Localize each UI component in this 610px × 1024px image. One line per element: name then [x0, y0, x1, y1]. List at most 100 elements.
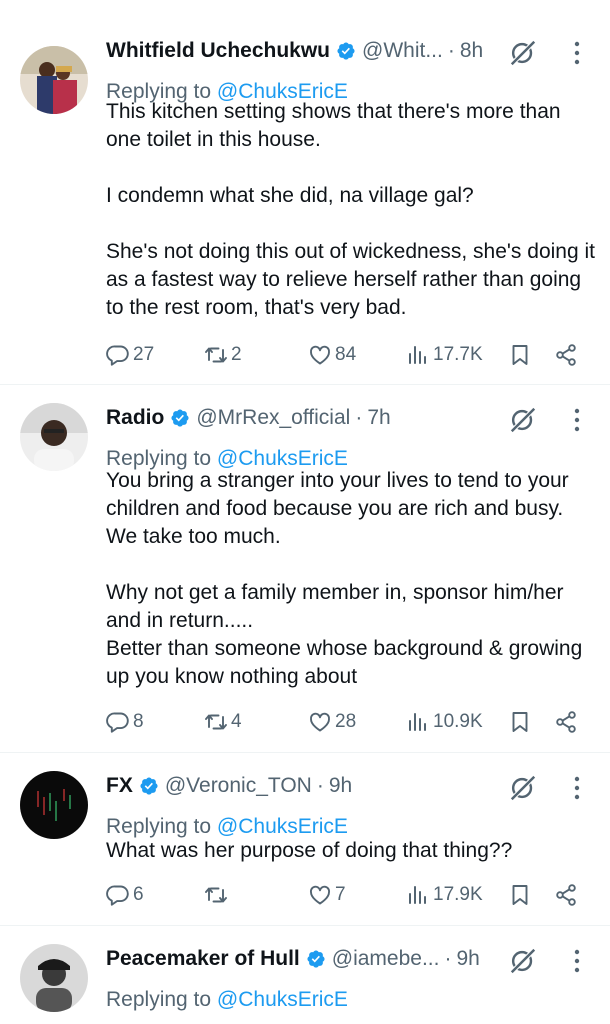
separator-dot: ·	[447, 39, 455, 62]
verified-badge-icon	[139, 776, 159, 796]
author-name[interactable]: Peacemaker of Hull	[106, 947, 300, 971]
tweet-paragraph: You bring a stranger into your lives to …	[106, 469, 569, 548]
more-options-icon[interactable]	[572, 948, 582, 974]
reply-icon	[106, 710, 130, 734]
replying-to-label: Replying to	[106, 815, 212, 838]
like-count: 28	[335, 711, 357, 732]
like-button[interactable]: 84	[308, 340, 356, 370]
tweet[interactable]: FX @Veronic_TON · 9h Replying to @ChuksE…	[0, 753, 610, 925]
retweet-icon	[204, 883, 228, 907]
like-count: 7	[335, 884, 346, 905]
author-handle[interactable]: @Whit...	[362, 39, 443, 63]
heart-icon	[308, 883, 332, 907]
tweet[interactable]: Radio @MrRex_official · 7h Replying to @…	[0, 385, 610, 752]
author-handle[interactable]: @MrRex_official	[196, 406, 350, 430]
timestamp[interactable]: 7h	[367, 406, 390, 430]
action-bar: 6 7 17.9K	[106, 880, 586, 910]
tweet-text: You bring a stranger into your lives to …	[106, 467, 596, 691]
retweet-count: 2	[231, 344, 242, 365]
reply-count: 8	[133, 711, 144, 732]
grok-icon[interactable]	[508, 946, 538, 976]
timestamp[interactable]: 8h	[460, 39, 483, 63]
reply-icon	[106, 883, 130, 907]
author-handle[interactable]: @iamebe...	[332, 947, 440, 971]
views-chart-icon	[406, 710, 430, 734]
verified-badge-icon	[306, 949, 326, 969]
reply-count: 6	[133, 884, 144, 905]
bookmark-icon	[508, 343, 532, 367]
tweet-paragraph: This kitchen setting shows that there's …	[106, 100, 561, 151]
retweet-icon	[204, 710, 228, 734]
view-count: 10.9K	[433, 711, 483, 732]
timestamp[interactable]: 9h	[329, 774, 352, 798]
share-icon	[554, 883, 578, 907]
bookmark-button[interactable]	[508, 340, 532, 370]
share-button[interactable]	[554, 340, 578, 370]
retweet-icon	[204, 343, 228, 367]
reply-button[interactable]: 6	[106, 880, 144, 910]
tweet-paragraph: Better than someone whose background & g…	[106, 637, 583, 688]
view-count: 17.7K	[433, 344, 483, 365]
like-button[interactable]: 28	[308, 707, 356, 737]
reply-count: 27	[133, 344, 155, 365]
timestamp[interactable]: 9h	[456, 947, 479, 971]
share-button[interactable]	[554, 707, 578, 737]
action-bar: 27 2 84 17.7K	[106, 340, 586, 370]
replying-to-label: Replying to	[106, 988, 212, 1011]
reply-button[interactable]: 27	[106, 340, 154, 370]
bookmark-button[interactable]	[508, 880, 532, 910]
reply-icon	[106, 343, 130, 367]
tweet-text: What was her purpose of doing that thing…	[106, 837, 596, 865]
more-options-icon[interactable]	[572, 40, 582, 66]
replying-to: Replying to @ChuksEricE	[106, 988, 348, 1012]
grok-icon[interactable]	[508, 38, 538, 68]
share-icon	[554, 710, 578, 734]
views-button[interactable]: 17.7K	[406, 340, 483, 370]
tweet[interactable]: Whitfield Uchechukwu @Whit... · 8h Reply…	[0, 18, 610, 384]
author-name[interactable]: Radio	[106, 406, 164, 430]
views-chart-icon	[406, 883, 430, 907]
author-name[interactable]: Whitfield Uchechukwu	[106, 39, 330, 63]
grok-icon[interactable]	[508, 405, 538, 435]
share-icon	[554, 343, 578, 367]
avatar[interactable]	[20, 771, 88, 839]
tweet[interactable]: Peacemaker of Hull @iamebe... · 9h Reply…	[0, 926, 610, 1024]
heart-icon	[308, 710, 332, 734]
action-bar: 8 4 28 10.9K	[106, 707, 586, 737]
more-options-icon[interactable]	[572, 407, 582, 433]
author-handle[interactable]: @Veronic_TON	[165, 774, 312, 798]
tweet-paragraph: Why not get a family member in, sponsor …	[106, 581, 564, 632]
tweet-text: This kitchen setting shows that there's …	[106, 98, 596, 322]
share-button[interactable]	[554, 880, 578, 910]
tweet-paragraph: What was her purpose of doing that thing…	[106, 839, 513, 862]
views-button[interactable]: 17.9K	[406, 880, 483, 910]
avatar[interactable]	[20, 403, 88, 471]
retweet-button[interactable]	[204, 880, 231, 910]
avatar[interactable]	[20, 46, 88, 114]
tweet-paragraph: She's not doing this out of wickedness, …	[106, 240, 595, 319]
bookmark-icon	[508, 710, 532, 734]
views-chart-icon	[406, 343, 430, 367]
replying-to-mention[interactable]: @ChuksEricE	[217, 988, 348, 1011]
retweet-button[interactable]: 4	[204, 707, 242, 737]
avatar[interactable]	[20, 944, 88, 1012]
separator-dot: ·	[316, 774, 324, 797]
views-button[interactable]: 10.9K	[406, 707, 483, 737]
verified-badge-icon	[170, 408, 190, 428]
replying-to: Replying to @ChuksEricE	[106, 815, 348, 839]
retweet-button[interactable]: 2	[204, 340, 242, 370]
more-options-icon[interactable]	[572, 775, 582, 801]
grok-icon[interactable]	[508, 773, 538, 803]
reply-button[interactable]: 8	[106, 707, 144, 737]
tweet-paragraph: I condemn what she did, na village gal?	[106, 184, 474, 207]
retweet-count: 4	[231, 711, 242, 732]
separator-dot: ·	[355, 406, 363, 429]
view-count: 17.9K	[433, 884, 483, 905]
bookmark-button[interactable]	[508, 707, 532, 737]
like-button[interactable]: 7	[308, 880, 346, 910]
author-name[interactable]: FX	[106, 774, 133, 798]
replying-to-mention[interactable]: @ChuksEricE	[217, 815, 348, 838]
